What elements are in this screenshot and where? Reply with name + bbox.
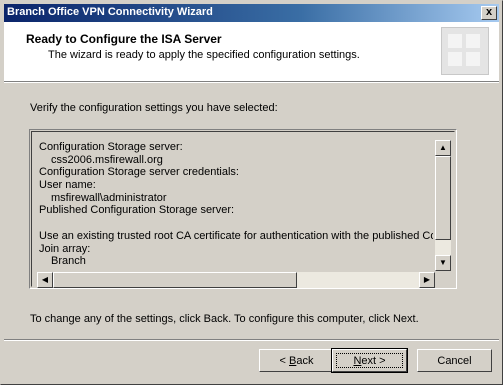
scroll-down-icon[interactable]: ▼ [435,255,451,271]
horizontal-scroll-thumb[interactable] [53,272,297,288]
settings-line: User name: [39,179,96,192]
horizontal-scrollbar[interactable]: ◀ ▶ [37,272,435,288]
scroll-left-icon[interactable]: ◀ [37,272,53,288]
wizard-banner-icon [441,27,489,75]
instructions-text: To change any of the settings, click Bac… [30,313,419,325]
page-subtitle: The wizard is ready to apply the specifi… [48,49,360,61]
settings-line: Join array: [39,242,91,255]
title-bar[interactable]: Branch Office VPN Connectivity Wizard x [4,4,499,22]
settings-summary-text: Configuration Storage server: css2006.msf… [39,141,433,273]
cancel-button[interactable]: Cancel [417,349,492,372]
page-title: Ready to Configure the ISA Server [26,32,222,46]
vertical-scroll-thumb[interactable] [435,156,451,240]
wizard-header: Ready to Configure the ISA Server The wi… [4,22,499,81]
back-button[interactable]: < Back [259,349,334,372]
settings-line: Branch [51,255,86,268]
scroll-right-icon[interactable]: ▶ [419,272,435,288]
settings-summary-box[interactable]: Configuration Storage server: css2006.msf… [29,129,457,289]
scrollbar-corner [435,272,451,288]
next-button[interactable]: Next > [331,348,408,373]
settings-line [39,217,433,230]
settings-line: Configuration Storage server credentials… [39,166,239,179]
window-title: Branch Office VPN Connectivity Wizard [7,6,213,18]
settings-line: Published Configuration Storage server: [39,204,235,217]
intro-text: Verify the configuration settings you ha… [30,102,278,114]
close-button[interactable]: x [481,6,497,20]
vertical-scrollbar[interactable]: ▲ ▼ [435,140,451,271]
settings-line: css2006.msfirewall.org [51,153,163,166]
settings-line: Configuration Storage server: [39,141,183,153]
settings-line: msfirewall\administrator [51,191,167,204]
settings-line: Use an existing trusted root CA certific… [39,229,433,242]
scroll-up-icon[interactable]: ▲ [435,140,451,156]
wizard-window: Branch Office VPN Connectivity Wizard x … [0,0,503,385]
